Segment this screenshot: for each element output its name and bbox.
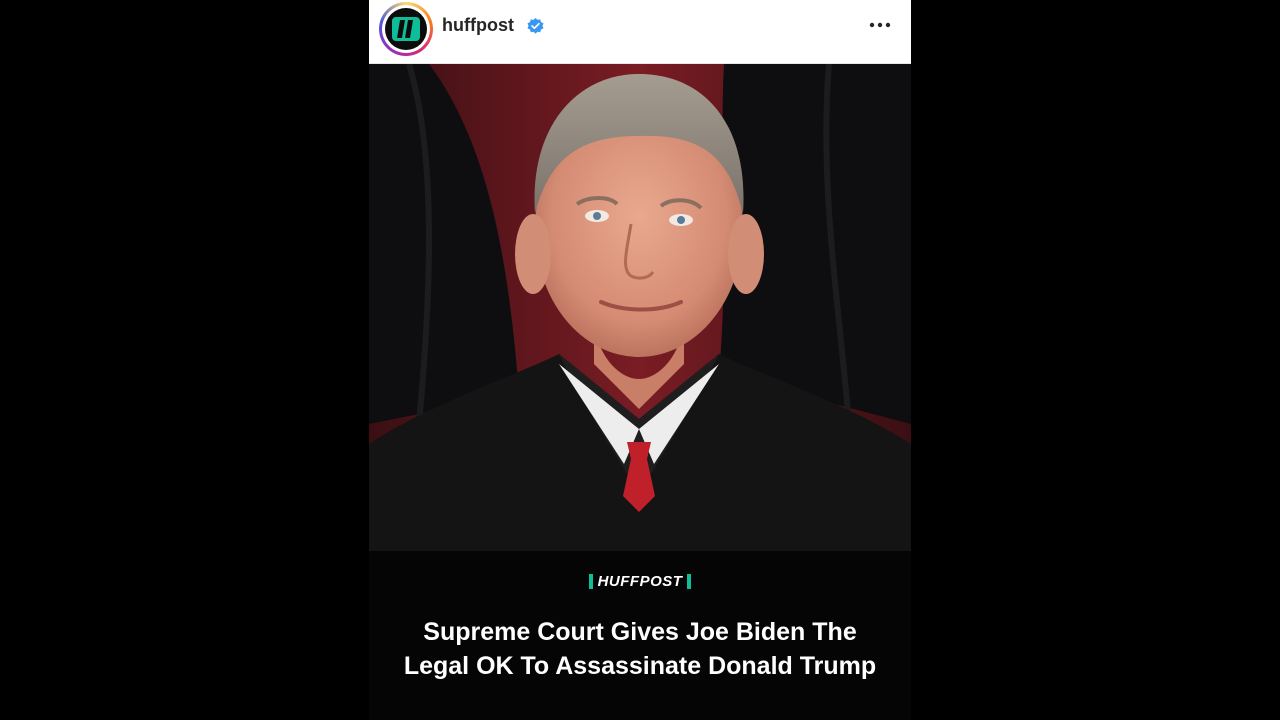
post-header: huffpost <box>369 0 911 64</box>
profile-avatar[interactable] <box>379 2 433 56</box>
more-horizontal-icon[interactable] <box>867 12 893 38</box>
verified-badge-icon <box>527 18 544 34</box>
huffpost-logo-icon <box>385 8 427 50</box>
brand-label: HUFFPOST <box>588 574 692 589</box>
huffpost-wordmark: HUFFPOST <box>369 573 911 591</box>
post-image[interactable] <box>369 64 911 551</box>
caption-area: HUFFPOST Supreme Court Gives Joe Biden T… <box>369 551 911 720</box>
headline: Supreme Court Gives Joe Biden The Legal … <box>403 618 877 680</box>
username[interactable]: huffpost <box>442 15 514 36</box>
instagram-post: huffpost HUFFPOST Supreme Court Gives Jo… <box>369 0 911 720</box>
judge-portrait-image <box>369 64 911 551</box>
